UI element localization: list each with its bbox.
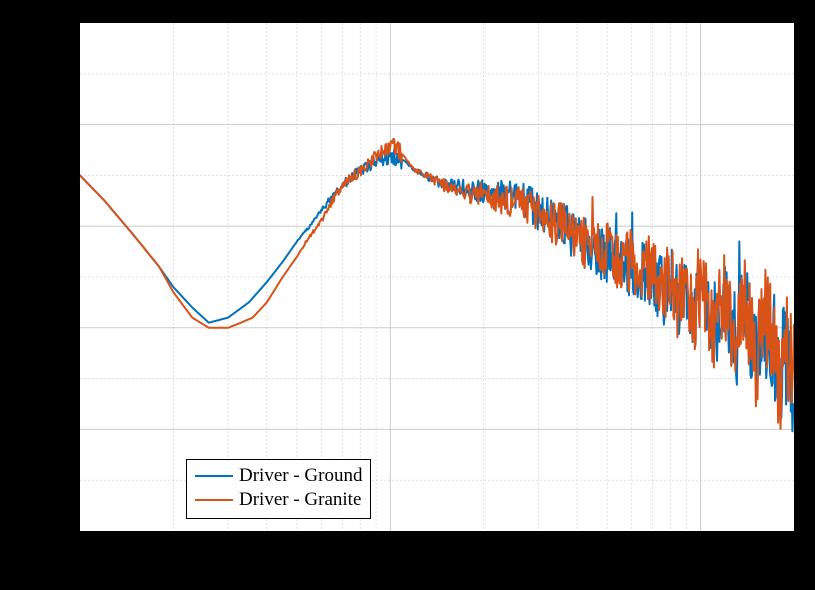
legend-item-ground: Driver - Ground	[195, 464, 362, 488]
chart-plot-area	[78, 21, 796, 533]
legend-label-ground: Driver - Ground	[239, 465, 362, 487]
chart-svg	[80, 23, 794, 531]
chart-series-group	[80, 139, 794, 432]
legend-item-granite: Driver - Granite	[195, 488, 362, 512]
legend-swatch-ground	[195, 475, 233, 477]
series-line-1	[80, 139, 794, 429]
legend-label-granite: Driver - Granite	[239, 489, 361, 511]
legend-swatch-granite	[195, 499, 233, 501]
chart-legend: Driver - Ground Driver - Granite	[186, 459, 371, 519]
